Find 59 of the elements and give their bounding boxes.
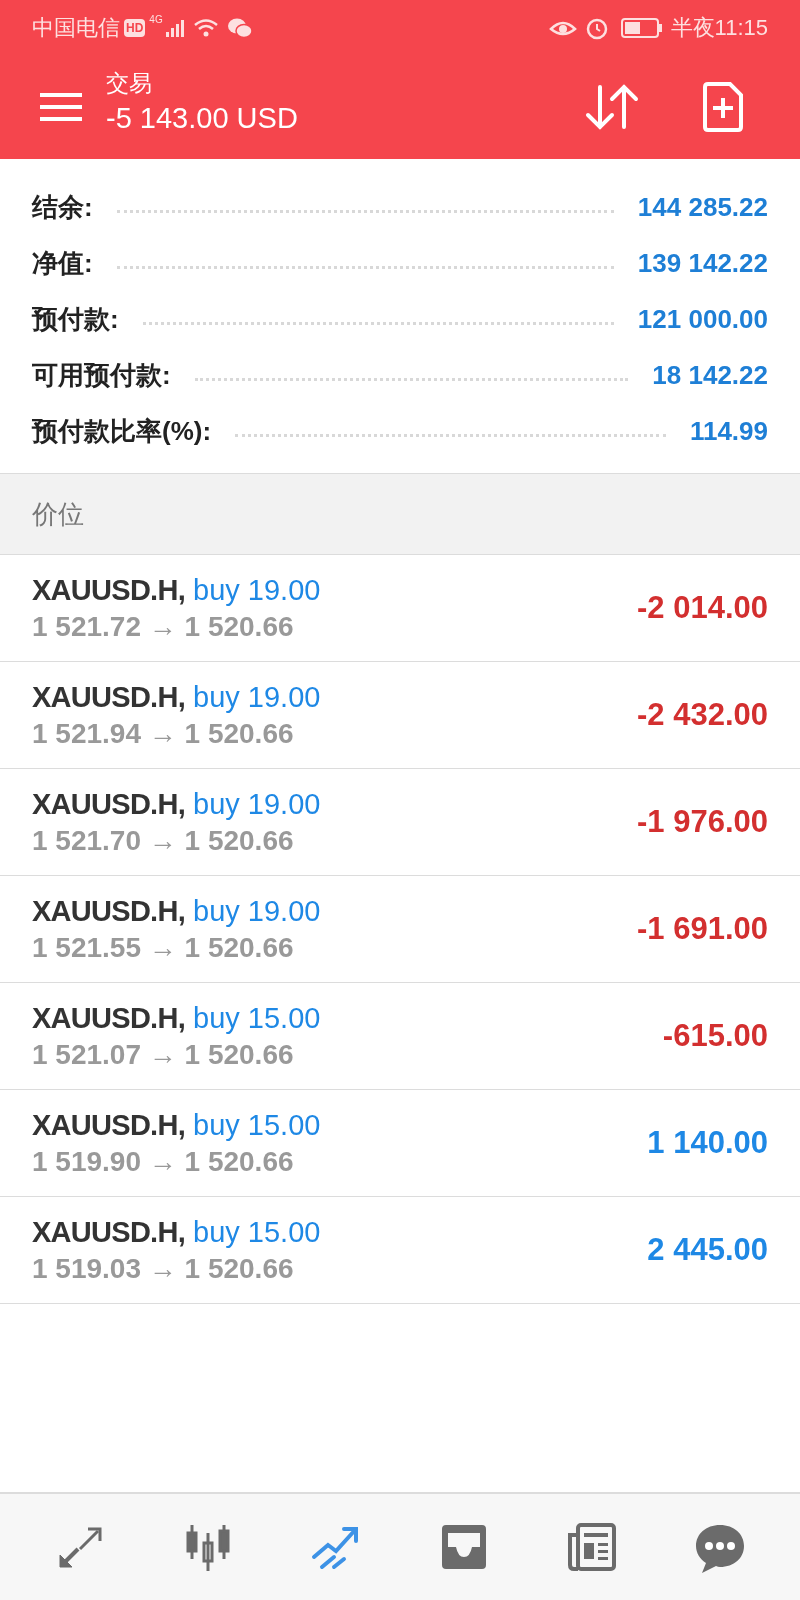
summary-label: 可用预付款: [32,358,171,392]
summary-value: 144 285.22 [637,190,768,224]
position-side: buy 19.00 [193,680,321,716]
summary-label: 结余: [32,190,93,224]
carrier-name: 中国电信 [32,14,120,42]
position-prices: 1 521.07 → 1 520.66 [32,1037,295,1072]
position-profit: -2 014.00 [637,588,768,627]
position-profit: -615.00 [662,1016,768,1055]
summary-value: 18 142.22 [652,358,768,392]
position-side: buy 19.00 [193,787,321,823]
position-row[interactable]: XAUUSD.H, buy 19.00 1 521.55 → 1 520.66 -1 691.00 [0,876,800,983]
position-row[interactable]: XAUUSD.H, buy 15.00 1 519.90 → 1 520.66 1 140.00 [0,1090,800,1197]
summary-label: 预付款: [32,302,119,336]
floating-profit: -5 143.00 USD [106,101,298,137]
position-prices: 1 521.55 → 1 520.66 [32,930,295,965]
summary-label: 净值: [32,246,93,280]
position-profit: -1 976.00 [637,802,768,841]
position-profit: -2 432.00 [637,695,768,734]
position-symbol: XAUUSD.H, [32,680,185,716]
position-profit: -1 691.00 [637,909,768,948]
summary-value: 139 142.22 [637,246,768,280]
position-profit: 1 140.00 [647,1123,768,1162]
menu-icon[interactable] [40,92,82,122]
position-symbol: XAUUSD.H, [32,894,185,930]
position-prices: 1 519.03 → 1 520.66 [32,1251,295,1286]
position-side: buy 19.00 [193,894,321,930]
position-row[interactable]: XAUUSD.H, buy 19.00 1 521.94 → 1 520.66 -2 432.00 [0,662,800,769]
position-row[interactable]: XAUUSD.H, buy 15.00 1 521.07 → 1 520.66 -615.00 [0,983,800,1090]
position-side: buy 15.00 [193,1215,321,1251]
screen-title: 交易 [106,68,153,98]
clock-time: 半夜11:15 [670,14,768,42]
summary-label: 预付款比率(%): [32,414,212,448]
position-symbol: XAUUSD.H, [32,1215,185,1251]
battery-icon [620,16,663,39]
position-row[interactable]: XAUUSD.H, buy 15.00 1 519.03 → 1 520.66 2 445.00 [0,1197,800,1304]
position-row[interactable]: XAUUSD.H, buy 19.00 1 521.70 → 1 520.66 -1 976.00 [0,769,800,876]
signal-icon [164,17,185,38]
position-symbol: XAUUSD.H, [32,1108,185,1144]
position-prices: 1 521.70 → 1 520.66 [32,823,295,858]
position-prices: 1 521.72 → 1 520.66 [32,609,295,644]
position-side: buy 19.00 [193,573,321,609]
new-document-icon[interactable] [702,82,744,132]
section-title: 价位 [32,497,84,531]
position-symbol: XAUUSD.H, [32,787,185,823]
summary-value: 114.99 [689,414,768,448]
position-prices: 1 521.94 → 1 520.66 [32,716,295,751]
wifi-icon [192,16,219,39]
chat-app-icon [226,16,253,39]
position-row[interactable]: XAUUSD.H, buy 19.00 1 521.72 → 1 520.66 -2 014.00 [0,555,800,662]
summary-value: 121 000.00 [637,302,768,336]
position-side: buy 15.00 [193,1108,321,1144]
sort-arrows-icon[interactable] [584,83,640,131]
position-symbol: XAUUSD.H, [32,1001,185,1037]
network-type: 4G [149,13,163,27]
position-prices: 1 519.90 → 1 520.66 [32,1144,295,1179]
position-profit: 2 445.00 [647,1230,768,1269]
position-side: buy 15.00 [193,1001,321,1037]
position-symbol: XAUUSD.H, [32,573,185,609]
hd-badge: HD [124,18,146,37]
